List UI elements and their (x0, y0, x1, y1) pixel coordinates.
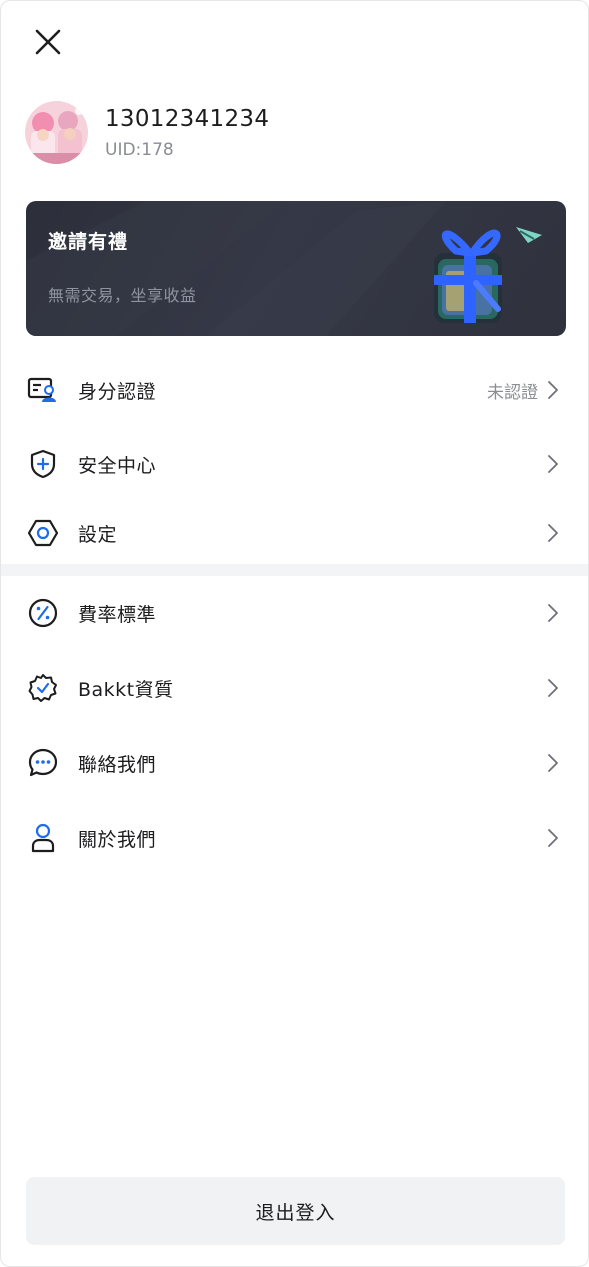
settings-icon (27, 517, 59, 549)
close-button[interactable] (29, 23, 67, 61)
menu-item-label: 費率標準 (78, 603, 157, 626)
logout-button[interactable]: 退出登入 (26, 1177, 565, 1245)
menu-item-label: 身分認證 (78, 380, 157, 403)
banner-title: 邀請有禮 (48, 231, 129, 253)
invite-banner[interactable]: 邀請有禮 無需交易，坐享收益 (26, 201, 566, 336)
id-card-icon (27, 374, 59, 406)
menu-item-identity-verification[interactable]: 身分認證 未認證 (1, 362, 588, 418)
chevron-right-icon (546, 454, 560, 474)
profile-section[interactable]: 13012341234 UID:178 (25, 100, 269, 164)
side-drawer: 13012341234 UID:178 邀請有禮 無需交易，坐享收益 身分認證 … (0, 0, 589, 1267)
chevron-right-icon (546, 603, 560, 623)
chevron-right-icon (546, 678, 560, 698)
user-uid: UID:178 (105, 140, 174, 160)
chevron-right-icon (546, 753, 560, 773)
badge-icon (27, 672, 59, 704)
phone-number: 13012341234 (105, 106, 270, 132)
banner-subtitle: 無需交易，坐享收益 (48, 286, 197, 305)
menu-item-bakkt-qualification[interactable]: Bakkt資質 (1, 660, 588, 716)
chevron-right-icon (546, 380, 560, 400)
percent-icon (27, 597, 59, 629)
chat-icon (27, 747, 59, 779)
menu-item-label: 聯絡我們 (78, 753, 157, 776)
chevron-right-icon (546, 828, 560, 848)
gift-box-icon (434, 227, 542, 323)
chevron-right-icon (546, 523, 560, 543)
verification-status: 未認證 (487, 382, 538, 403)
section-divider (1, 564, 588, 576)
shield-icon (27, 448, 59, 480)
avatar[interactable] (25, 100, 88, 164)
user-icon (27, 822, 59, 854)
menu-item-label: Bakkt資質 (78, 678, 174, 701)
close-icon (35, 29, 61, 55)
menu-item-fee-schedule[interactable]: 費率標準 (1, 585, 588, 641)
menu-item-contact-us[interactable]: 聯絡我們 (1, 735, 588, 791)
menu-item-security-center[interactable]: 安全中心 (1, 436, 588, 492)
menu-item-settings[interactable]: 設定 (1, 505, 588, 561)
menu-item-about-us[interactable]: 關於我們 (1, 810, 588, 866)
menu-item-label: 安全中心 (78, 454, 157, 477)
menu-item-label: 關於我們 (78, 828, 157, 851)
menu-item-label: 設定 (78, 523, 118, 546)
